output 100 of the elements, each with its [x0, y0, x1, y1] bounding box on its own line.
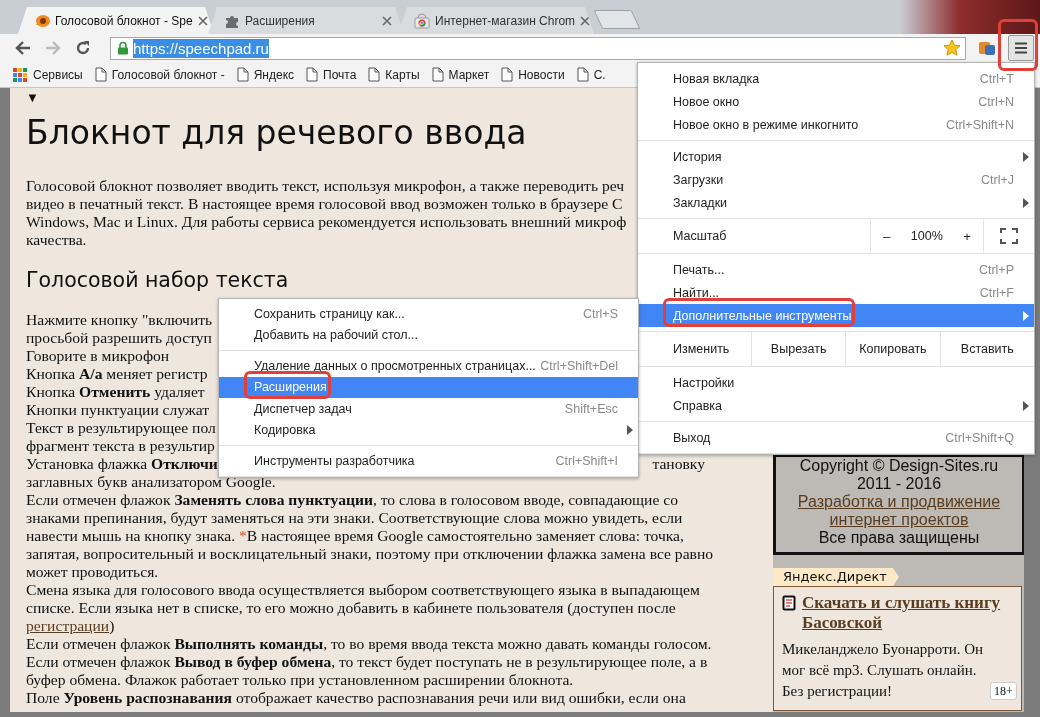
bookmark-item[interactable]: Яндекс — [236, 67, 294, 82]
body-text: Если отмечен флажок Вывод в буфер обмена, то текст будет поступать не в результирующее поле, а в — [26, 653, 708, 671]
bookmark-item[interactable]: Сервисы — [12, 66, 83, 83]
extension-icon[interactable] — [978, 39, 996, 57]
body-text: Смена языка для голосового ввода осуществляется выбором соответствующего языка в выпадающем — [26, 581, 700, 599]
document-icon — [782, 595, 796, 611]
edit-button[interactable]: Вставить — [939, 332, 1034, 366]
body-text: запятая, вопросительный и восклицательный знаки, поэтому при отключении флажка замена все равно — [26, 545, 714, 563]
submenu-arrow-icon — [1023, 400, 1029, 411]
zoom-in-button[interactable]: + — [959, 226, 975, 246]
body-text: Кнопка Отменить удаляет — [26, 383, 205, 401]
menu-item[interactable]: Расширения — [219, 376, 638, 398]
zoom-out-button[interactable]: – — [879, 226, 895, 246]
tab-title: Расширения — [245, 13, 315, 28]
page-icon — [501, 67, 514, 82]
body-text: видео в печатный текст. В настоящее время голосовой ввод возможен только в браузере C — [26, 195, 623, 213]
bookmark-item[interactable]: Голосовой блокнот - — [94, 67, 225, 82]
menu-item[interactable]: Новая вкладка Ctrl+T — [638, 67, 1034, 90]
body-text: качества. — [26, 231, 87, 249]
page-icon — [431, 67, 444, 82]
bookmark-item[interactable]: Маркет — [431, 67, 490, 82]
url-text: https://speechpad.ru — [133, 38, 269, 58]
menu-item[interactable]: История — [638, 145, 1034, 168]
zoom-label: Масштаб — [672, 228, 728, 245]
zoom-value: 100% — [910, 229, 943, 243]
body-text: Windows, Mac и Linux. Для работы сервиса рекомендуется использовать внешний микроф — [26, 213, 627, 231]
fullscreen-icon — [1000, 228, 1018, 244]
body-text: знаками препинания, будут заменяться на эти знаки. Соответствующие слова можно увидеть, если — [26, 509, 683, 527]
body-text: Нажмите кнопку "включить — [26, 311, 213, 329]
back-arrow-icon[interactable] — [14, 39, 32, 57]
body-text: навести мышь на кнопку знака. *В настоящее время Google самостоятельно заменяет слова: точка, — [26, 527, 684, 545]
collapse-toggle[interactable]: ▼ — [26, 90, 40, 106]
body-text: Установка флажка Отключи — [26, 455, 218, 473]
reload-icon[interactable] — [74, 39, 92, 57]
body-text: буфер обмена. Флажок работает только при установленном расширении блокнота. — [26, 671, 574, 689]
menu-item[interactable]: Новое окно в режиме инкогнито Ctrl+Shift+N — [638, 113, 1034, 136]
submenu-arrow-icon — [1023, 151, 1029, 162]
body-text: тановку — [652, 455, 705, 473]
menu-item[interactable]: Добавить на рабочий стол... — [219, 324, 638, 346]
bookmark-item[interactable]: Новости — [501, 67, 565, 82]
menu-button[interactable] — [1008, 35, 1034, 61]
body-text: заглавных букв анализатором Google. — [26, 473, 276, 491]
speech-bubble-icon — [34, 12, 50, 29]
menu-item[interactable]: Выход Ctrl+Shift+Q — [638, 426, 1034, 449]
developer-link[interactable]: Разработка и продвижение интернет проектов — [791, 493, 1007, 529]
menu-item[interactable]: Печать... Ctrl+P — [638, 258, 1034, 281]
menu-icon — [1014, 41, 1028, 55]
body-text: списке. Если языка нет в списке, то его можно добавить в кабинете пользователя (доступен после — [26, 599, 676, 617]
apps-grid-icon — [12, 66, 28, 83]
edit-label: Изменить — [672, 341, 731, 358]
section-heading: Голосовой набор текста — [26, 267, 289, 293]
menu-item[interactable]: Справка — [638, 394, 1034, 417]
tab-title: Голосовой блокнот - Spe — [55, 13, 193, 28]
copyright-text: 2011 - 2016 — [856, 475, 942, 493]
body-text: Голосовой блокнот позволяет вводить текст, используя микрофон, а также переводить реч — [26, 177, 625, 195]
menu-item[interactable]: Закладки — [638, 191, 1034, 214]
browser-tab[interactable]: Интернет-магазин Chrom — [398, 7, 594, 34]
star-icon[interactable] — [943, 39, 961, 57]
ad-title-link[interactable]: Скачать и слушать книгу Басовской — [802, 593, 1017, 633]
menu-item[interactable]: Инструменты разработчика Ctrl+Shift+I — [219, 450, 638, 472]
body-text: просьбой разрешить доступ — [26, 329, 212, 347]
rights-text: Все права защищены — [818, 529, 980, 547]
ad-label: Яндекс.Директ — [773, 568, 899, 586]
menu-item[interactable]: Загрузки Ctrl+J — [638, 168, 1034, 191]
age-rating-badge: 18+ — [990, 682, 1017, 700]
page-title: Блокнот для речевого ввода — [26, 113, 527, 153]
bookmark-item[interactable]: Почта — [306, 67, 357, 82]
body-text: фрагмент текста в результир — [26, 437, 215, 455]
body-text: может проводиться. — [26, 563, 159, 581]
close-icon[interactable] — [382, 15, 392, 26]
menu-item[interactable]: Дополнительные инструменты — [638, 304, 1034, 327]
copyright-text: Copyright © Design-Sites.ru — [799, 457, 999, 475]
menu-item[interactable]: Кодировка — [219, 419, 638, 441]
menu-item[interactable]: Удаление данных о просмотренных страницах... Ctrl+Shift+Del — [219, 355, 638, 377]
registration-link[interactable]: регистрации — [26, 617, 110, 634]
body-text: Кнопка А/а меняет регистр — [26, 365, 208, 383]
menu-item[interactable]: Сохранить страницу как... Ctrl+S — [219, 303, 638, 325]
bookmark-item[interactable]: С. — [576, 67, 606, 82]
body-text: Говорите в микрофон — [26, 347, 170, 365]
menu-item[interactable]: Настройки — [638, 371, 1034, 394]
store-icon — [414, 12, 430, 29]
page-icon — [94, 67, 107, 82]
close-icon[interactable] — [197, 15, 208, 26]
submenu-arrow-icon — [627, 425, 633, 436]
body-text: Если отмечен флажок Заменять слова пунктуации, то слова в голосовом вводе, совпадающие со — [26, 491, 678, 509]
bookmark-item[interactable]: Карты — [368, 67, 420, 82]
ad-text: Микеланджело Буонарроти. Он мог всё mp3. Слушать онлайн. Без регистрации! — [782, 640, 985, 701]
edit-button[interactable]: Вырезать — [751, 332, 846, 366]
menu-item[interactable]: Новое окно Ctrl+N — [638, 90, 1034, 113]
page-icon — [306, 67, 318, 82]
close-icon[interactable] — [580, 15, 591, 26]
body-text: Если отмечен флажок Выполнять команды, то во время ввода текста можно давать команды голосом. — [26, 635, 712, 653]
edit-button[interactable]: Копировать — [845, 332, 940, 366]
submenu-arrow-icon — [1023, 310, 1029, 321]
page-icon — [236, 67, 249, 82]
body-text: Текст в результирующее пол — [26, 419, 216, 437]
tab-title: Интернет-магазин Chrom — [435, 13, 576, 28]
body-text: ) — [109, 617, 115, 634]
lock-icon — [117, 41, 129, 55]
menu-item[interactable]: Диспетчер задач Shift+Esc — [219, 398, 638, 420]
